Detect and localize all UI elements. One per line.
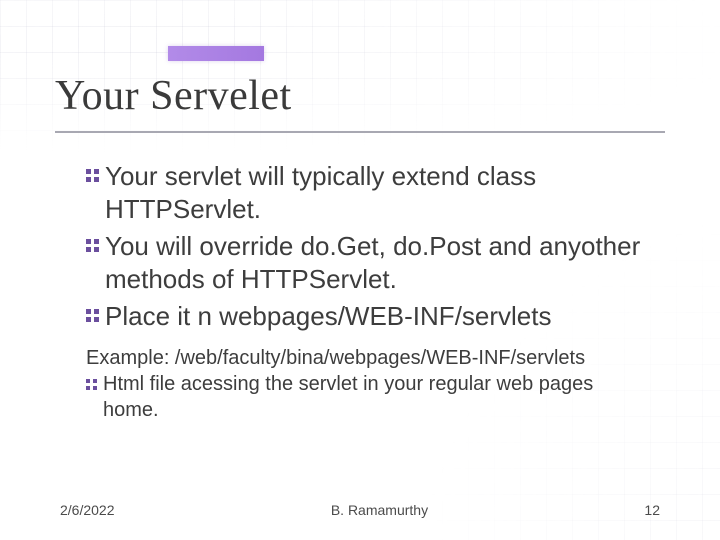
bullet-icon bbox=[86, 309, 99, 322]
list-item: Html file acessing the servlet in your r… bbox=[86, 371, 651, 423]
accent-strip bbox=[168, 46, 264, 61]
bullet-text: Place it n webpages/WEB-INF/servlets bbox=[105, 300, 552, 333]
slide-body: Your servlet will typically extend class… bbox=[86, 160, 651, 423]
example-line: Example: /web/faculty/bina/webpages/WEB-… bbox=[86, 345, 651, 371]
title-underline bbox=[55, 131, 665, 133]
bullet-text: Html file acessing the servlet in your r… bbox=[103, 371, 651, 423]
slide: Your Servelet Your servlet will typicall… bbox=[0, 0, 720, 540]
footer-author: B. Ramamurthy bbox=[331, 502, 428, 518]
footer-page: 12 bbox=[644, 502, 660, 518]
list-item: You will override do.Get, do.Post and an… bbox=[86, 230, 651, 296]
list-item: Place it n webpages/WEB-INF/servlets bbox=[86, 300, 651, 333]
slide-title: Your Servelet bbox=[55, 72, 292, 120]
slide-footer: 2/6/2022 B. Ramamurthy 12 bbox=[60, 502, 660, 518]
bullet-text: You will override do.Get, do.Post and an… bbox=[105, 230, 651, 296]
bullet-icon bbox=[86, 379, 97, 390]
list-item: Your servlet will typically extend class… bbox=[86, 160, 651, 226]
footer-date: 2/6/2022 bbox=[60, 502, 115, 518]
bullet-icon bbox=[86, 169, 99, 182]
bullet-text: Your servlet will typically extend class… bbox=[105, 160, 651, 226]
sub-block: Example: /web/faculty/bina/webpages/WEB-… bbox=[86, 345, 651, 423]
bullet-icon bbox=[86, 239, 99, 252]
